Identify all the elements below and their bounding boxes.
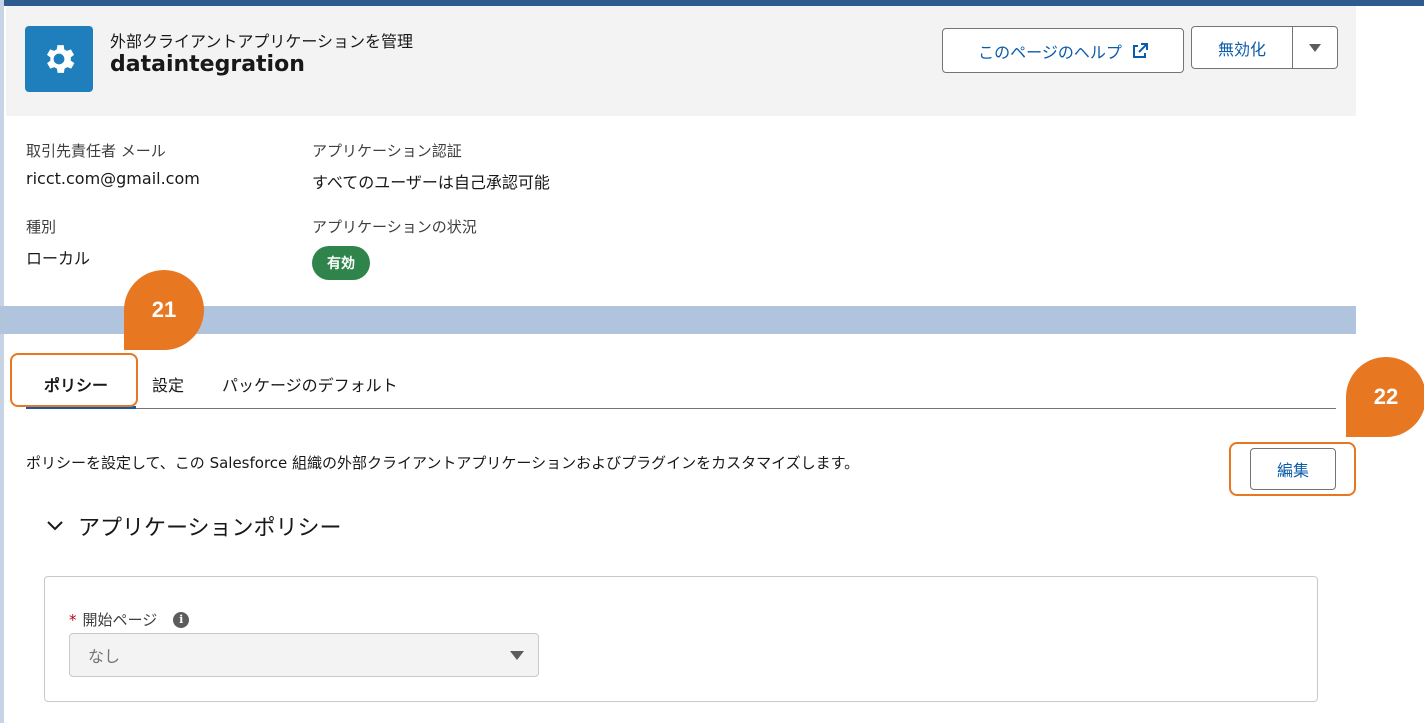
caret-down-icon xyxy=(510,650,524,660)
type-label: 種別 xyxy=(26,218,57,236)
disable-button[interactable]: 無効化 xyxy=(1191,26,1293,69)
help-button-label: このページのヘルプ xyxy=(978,42,1122,62)
edit-highlight-frame xyxy=(1229,442,1356,496)
policies-card: ポリシー 設定 パッケージのデフォルト ポリシーを設定して、この Salesfo… xyxy=(6,334,1356,723)
tab-settings[interactable]: 設定 xyxy=(152,372,184,396)
tabs-baseline xyxy=(26,408,1336,409)
app-auth-value: すべてのユーザーは自己承認可能 xyxy=(312,173,550,192)
section-title: アプリケーションポリシー xyxy=(78,516,342,541)
app-policy-section-toggle[interactable]: アプリケーションポリシー xyxy=(46,510,342,542)
type-value: ローカル xyxy=(26,249,91,268)
callout-badge-21: 21 xyxy=(124,270,204,350)
start-page-label-text: 開始ページ xyxy=(82,611,158,629)
chevron-down-icon xyxy=(47,521,63,531)
start-page-select[interactable]: なし xyxy=(69,633,539,677)
settings-gear-icon xyxy=(25,26,93,92)
help-button[interactable]: このページのヘルプ xyxy=(942,28,1184,73)
contact-email-label: 取引先責任者 メール xyxy=(26,142,166,160)
disable-button-label: 無効化 xyxy=(1217,39,1266,59)
page-eyebrow: 外部クライアントアプリケーションを管理 xyxy=(110,32,414,51)
status-badge: 有効 xyxy=(312,246,370,280)
tab-package-defaults[interactable]: パッケージのデフォルト xyxy=(222,372,398,396)
contact-email-value: ricct.com@gmail.com xyxy=(26,169,200,188)
required-asterisk: * xyxy=(69,610,77,629)
start-page-label: * 開始ページ i xyxy=(69,609,190,630)
external-link-icon xyxy=(1132,42,1148,58)
app-header-card: 外部クライアントアプリケーションを管理 dataintegration このペー… xyxy=(6,6,1356,306)
app-policy-panel: * 開始ページ i なし xyxy=(44,576,1318,702)
tab-highlight-frame xyxy=(10,353,138,407)
status-label: アプリケーションの状況 xyxy=(312,218,477,236)
app-auth-label: アプリケーション認証 xyxy=(312,142,462,160)
callout-badge-22: 22 xyxy=(1346,357,1424,437)
start-page-select-value: なし xyxy=(88,647,121,666)
info-icon[interactable]: i xyxy=(173,611,190,628)
page-title: dataintegration xyxy=(110,52,305,77)
policies-description: ポリシーを設定して、この Salesforce 組織の外部クライアントアプリケー… xyxy=(26,454,860,472)
more-actions-button[interactable] xyxy=(1293,26,1338,69)
caret-down-icon xyxy=(1309,43,1321,52)
page-edge xyxy=(0,0,4,723)
app-header-top: 外部クライアントアプリケーションを管理 dataintegration このペー… xyxy=(6,6,1356,116)
